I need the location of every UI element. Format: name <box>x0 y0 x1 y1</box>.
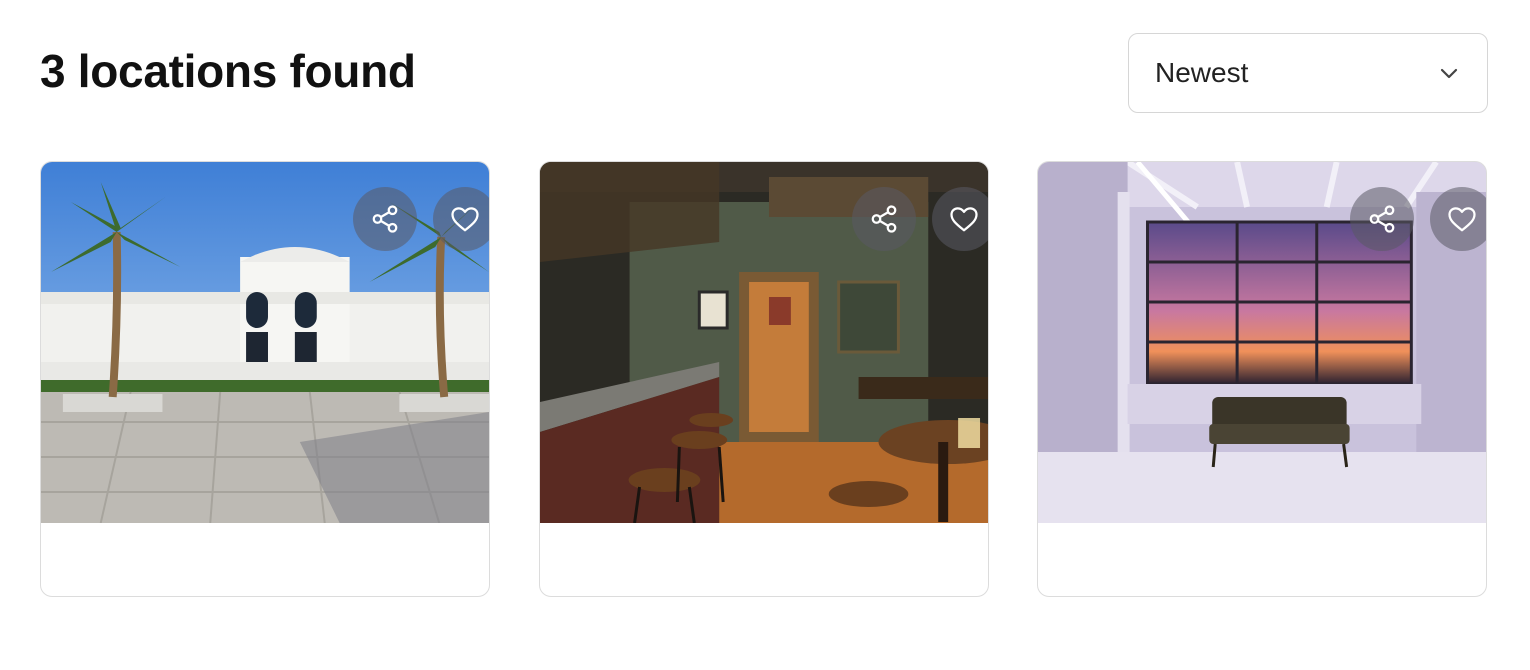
share-button[interactable] <box>852 187 916 251</box>
studio-photo-image <box>1038 162 1486 523</box>
location-card-details <box>540 523 988 596</box>
heart-icon <box>451 207 479 232</box>
location-card[interactable] <box>539 161 989 597</box>
heart-icon <box>1448 207 1476 232</box>
share-button[interactable] <box>1350 187 1414 251</box>
favorite-button[interactable] <box>1430 187 1486 251</box>
location-photo[interactable] <box>1038 162 1486 523</box>
location-photo[interactable] <box>41 162 489 523</box>
share-icon <box>372 205 398 233</box>
chevron-down-icon <box>1440 68 1458 79</box>
share-icon <box>1369 205 1395 233</box>
results-count-heading: 3 locations found <box>40 45 416 97</box>
location-photo[interactable] <box>540 162 988 523</box>
bar-photo-image <box>540 162 988 523</box>
favorite-button[interactable] <box>932 187 988 251</box>
favorite-button[interactable] <box>433 187 489 251</box>
location-card[interactable] <box>1037 161 1487 597</box>
location-card[interactable] <box>40 161 490 597</box>
villa-photo-image <box>41 162 489 523</box>
heart-icon <box>950 207 978 232</box>
share-button[interactable] <box>353 187 417 251</box>
location-card-details <box>41 523 489 596</box>
share-icon <box>871 205 897 233</box>
sort-selected-value: Newest <box>1155 57 1249 88</box>
location-card-details <box>1038 523 1486 596</box>
sort-dropdown[interactable]: Newest <box>1128 33 1488 113</box>
